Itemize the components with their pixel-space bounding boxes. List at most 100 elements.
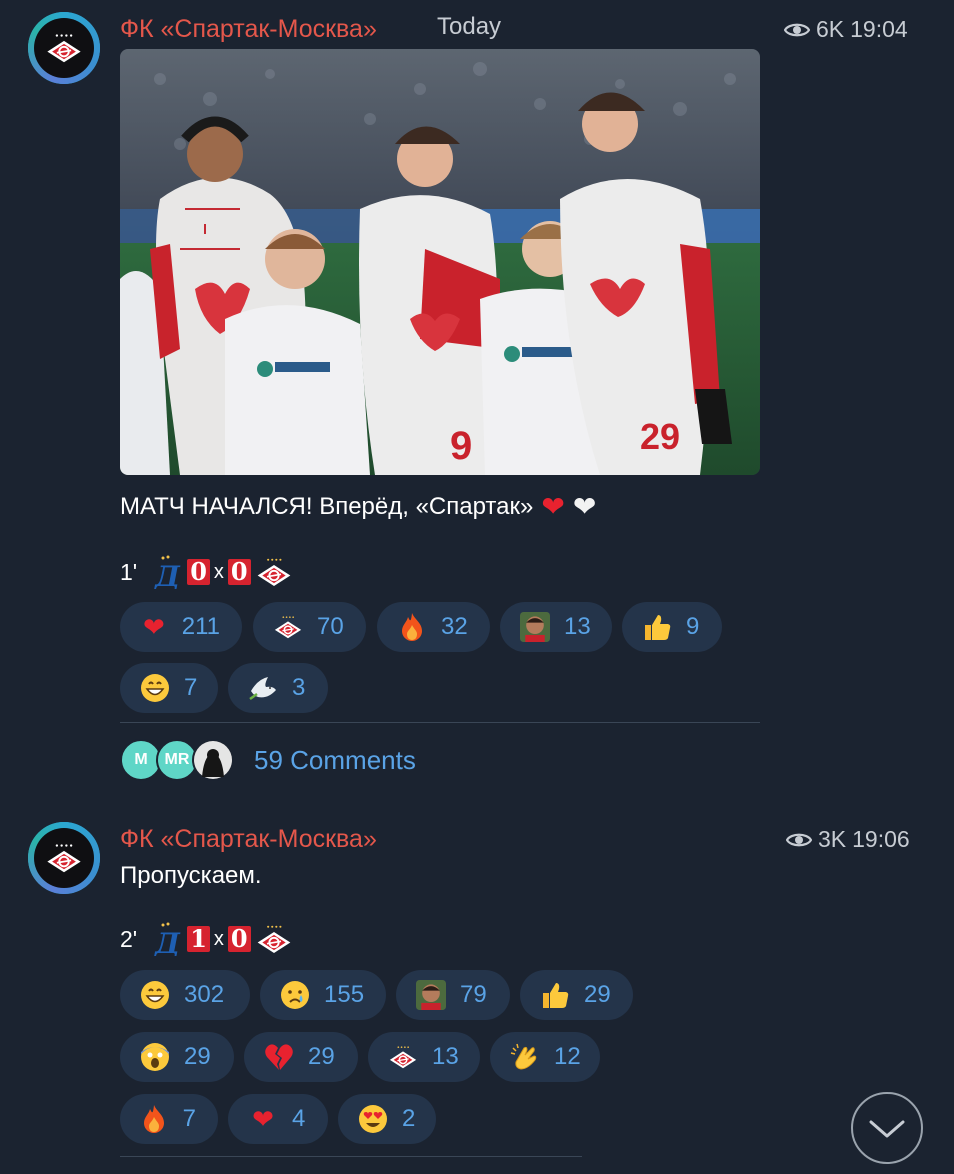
- score-separator: x: [213, 560, 224, 583]
- reaction-count: 2: [402, 1105, 416, 1132]
- screaming-face-icon: [140, 1042, 170, 1072]
- score-line: 1' Д 0 x 0: [120, 555, 293, 589]
- post-meta: 3K 19:06: [786, 826, 910, 853]
- views-count: 3K: [818, 826, 847, 852]
- reaction-spartak[interactable]: 70: [253, 602, 366, 652]
- message-text: Пропускаем.: [120, 862, 262, 890]
- reaction-dove[interactable]: 3: [228, 663, 328, 713]
- date-label: Today: [437, 13, 502, 40]
- reaction-grinning[interactable]: 7: [120, 663, 218, 713]
- commenter-avatar: [192, 739, 234, 781]
- svg-text:Д: Д: [153, 560, 181, 589]
- red-heart-icon: ❤: [541, 491, 565, 522]
- svg-text:9: 9: [450, 424, 472, 468]
- thumbs-up-icon: [540, 980, 570, 1010]
- reaction-crying[interactable]: 155: [260, 970, 386, 1020]
- red-heart-icon: ❤: [252, 1103, 274, 1134]
- channel-avatar[interactable]: [28, 822, 100, 894]
- reaction-count: 79: [460, 981, 487, 1008]
- reaction-count: 13: [432, 1043, 459, 1070]
- channel-name[interactable]: ФК «Спартак-Москва»: [120, 15, 377, 44]
- message-body: Пропускаем.: [120, 862, 262, 889]
- eye-icon: [786, 833, 812, 846]
- reaction-heart[interactable]: ❤ 4: [228, 1094, 328, 1144]
- reaction-count: 29: [184, 1043, 211, 1070]
- white-heart-icon: ❤: [572, 491, 597, 522]
- dynamo-logo-icon: Д: [153, 555, 181, 589]
- score-separator: x: [213, 927, 224, 950]
- reaction-count: 70: [317, 613, 344, 640]
- reaction-count: 32: [441, 613, 468, 640]
- comments-link[interactable]: M MR 59 Comments: [120, 739, 416, 781]
- home-score: 0: [187, 559, 210, 585]
- eye-icon: [784, 23, 810, 36]
- home-score: 1: [187, 926, 210, 952]
- broken-heart-icon: [264, 1042, 294, 1072]
- chevron-down-icon: [869, 1120, 905, 1138]
- reaction-heart-eyes[interactable]: 2: [338, 1094, 436, 1144]
- away-score: 0: [227, 559, 251, 585]
- score-line: 2' Д 1 x 0: [120, 922, 293, 956]
- fire-icon: [397, 612, 427, 642]
- grinning-face-icon: [140, 673, 170, 703]
- reaction-fire[interactable]: 32: [377, 602, 490, 652]
- clapping-hands-icon: [510, 1042, 540, 1072]
- reaction-screaming[interactable]: 29: [120, 1032, 234, 1082]
- reaction-count: 7: [182, 1105, 196, 1132]
- post-photo[interactable]: 9 29: [120, 49, 760, 475]
- spartak-logo-icon: [256, 558, 291, 586]
- views-count: 6K: [816, 16, 845, 42]
- reaction-count: 211: [181, 613, 220, 640]
- reaction-spartak[interactable]: 13: [368, 1032, 480, 1082]
- reaction-count: 4: [292, 1105, 306, 1132]
- heart-eyes-icon: [358, 1104, 388, 1134]
- reaction-broken-heart[interactable]: 29: [244, 1032, 358, 1082]
- scroll-down-button[interactable]: [851, 1092, 923, 1164]
- reaction-count: 29: [308, 1043, 335, 1070]
- reaction-count: 302: [184, 981, 225, 1008]
- reaction-thumbs-up[interactable]: 9: [622, 602, 722, 652]
- reaction-clapping[interactable]: 12: [490, 1032, 600, 1082]
- channel-avatar[interactable]: [28, 12, 100, 84]
- spartak-logo-icon: [388, 1042, 418, 1072]
- divider: [120, 722, 760, 723]
- players-lineup-photo: 9 29: [120, 49, 760, 475]
- red-heart-icon: ❤: [142, 611, 165, 642]
- reaction-count: 155: [324, 981, 365, 1008]
- svg-text:29: 29: [640, 416, 680, 457]
- post-time: 19:04: [850, 16, 908, 42]
- divider: [120, 1156, 582, 1157]
- dove-icon: [248, 673, 278, 703]
- channel-name[interactable]: ФК «Спартак-Москва»: [120, 825, 377, 854]
- reaction-count: 13: [564, 613, 591, 640]
- reaction-count: 7: [184, 674, 198, 701]
- message-text: МАТЧ НАЧАЛСЯ! Вперёд, «Спартак» ❤ ❤: [120, 490, 596, 523]
- away-score: 0: [227, 926, 251, 952]
- player-face-icon: [416, 980, 446, 1010]
- comments-count[interactable]: 59 Comments: [254, 745, 416, 776]
- reaction-thumbs-up[interactable]: 29: [520, 970, 633, 1020]
- fire-icon: [140, 1104, 169, 1134]
- reaction-grinning[interactable]: 302: [120, 970, 250, 1020]
- reaction-count: 12: [554, 1043, 581, 1070]
- svg-text:Д: Д: [153, 927, 181, 956]
- message-body: МАТЧ НАЧАЛСЯ! Вперёд, «Спартак»: [120, 492, 534, 520]
- reaction-count: 3: [292, 674, 306, 701]
- match-minute: 1': [120, 558, 138, 585]
- reaction-heart[interactable]: ❤ 211: [120, 602, 242, 652]
- grinning-face-icon: [140, 980, 170, 1010]
- crying-face-icon: [280, 980, 310, 1010]
- spartak-logo-icon: [273, 612, 303, 642]
- spartak-logo-icon: [46, 34, 82, 63]
- post-time: 19:06: [852, 826, 910, 852]
- post-meta: 6K 19:04: [784, 16, 908, 43]
- reaction-fire[interactable]: 7: [120, 1094, 218, 1144]
- reaction-count: 29: [584, 981, 611, 1008]
- thumbs-up-icon: [642, 612, 672, 642]
- player-face-icon: [520, 612, 550, 642]
- spartak-logo-icon: [256, 925, 291, 953]
- spartak-logo-icon: [46, 844, 82, 873]
- dynamo-logo-icon: Д: [153, 922, 181, 956]
- reaction-player[interactable]: 79: [396, 970, 510, 1020]
- reaction-player[interactable]: 13: [500, 602, 612, 652]
